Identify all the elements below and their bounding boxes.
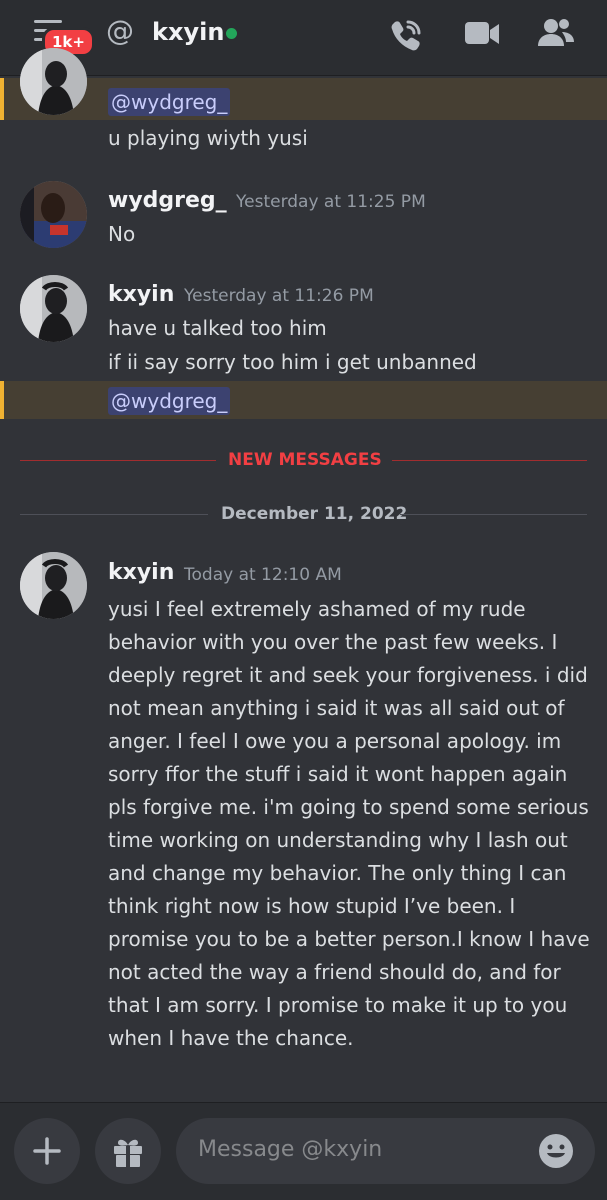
message-input-placeholder: Message @kxyin xyxy=(198,1137,383,1162)
video-camera-icon[interactable] xyxy=(463,18,501,50)
emoji-icon[interactable] xyxy=(538,1133,574,1169)
avatar[interactable] xyxy=(20,48,87,115)
add-attachment-button[interactable] xyxy=(14,1118,80,1184)
message-input[interactable]: Message @kxyin xyxy=(176,1118,595,1184)
message-line: No xyxy=(108,222,136,246)
avatar[interactable] xyxy=(20,181,87,248)
mention-highlight xyxy=(0,381,607,419)
user-mention[interactable]: @wydgreg_ xyxy=(108,387,231,415)
message-line: have u talked too him xyxy=(108,316,327,340)
date-divider-line xyxy=(400,514,587,515)
members-icon[interactable] xyxy=(536,16,576,50)
message-author[interactable]: kxyin xyxy=(108,560,174,585)
new-messages-divider-line xyxy=(20,460,216,461)
avatar[interactable] xyxy=(20,552,87,619)
plus-icon xyxy=(33,1137,61,1165)
message-timestamp: Today at 12:10 AM xyxy=(184,565,342,585)
at-icon: @ xyxy=(106,14,134,47)
mention-highlight xyxy=(0,78,607,120)
online-status-indicator xyxy=(226,28,237,39)
new-messages-divider-line xyxy=(392,460,587,461)
avatar[interactable] xyxy=(20,275,87,342)
message-author[interactable]: wydgreg_ xyxy=(108,188,227,213)
message-line: u playing wiyth yusi xyxy=(108,126,308,150)
gift-button[interactable] xyxy=(95,1118,161,1184)
message-body: yusi I feel extremely ashamed of my rude… xyxy=(108,597,590,1050)
user-mention[interactable]: @wydgreg_ xyxy=(108,88,231,116)
message-timestamp: Yesterday at 11:25 PM xyxy=(236,192,426,212)
gift-icon xyxy=(114,1139,142,1167)
message-timestamp: Yesterday at 11:26 PM xyxy=(184,286,374,306)
message-line: if ii say sorry too him i get unbanned xyxy=(108,350,477,374)
date-divider-label: December 11, 2022 xyxy=(221,504,408,524)
new-messages-label: NEW MESSAGES xyxy=(228,450,382,470)
date-divider-line xyxy=(20,514,208,515)
channel-username[interactable]: kxyin xyxy=(152,18,224,46)
phone-call-icon[interactable] xyxy=(387,16,425,54)
chat-header: 1k+ @ kxyin xyxy=(0,0,607,76)
message-author[interactable]: kxyin xyxy=(108,282,174,307)
